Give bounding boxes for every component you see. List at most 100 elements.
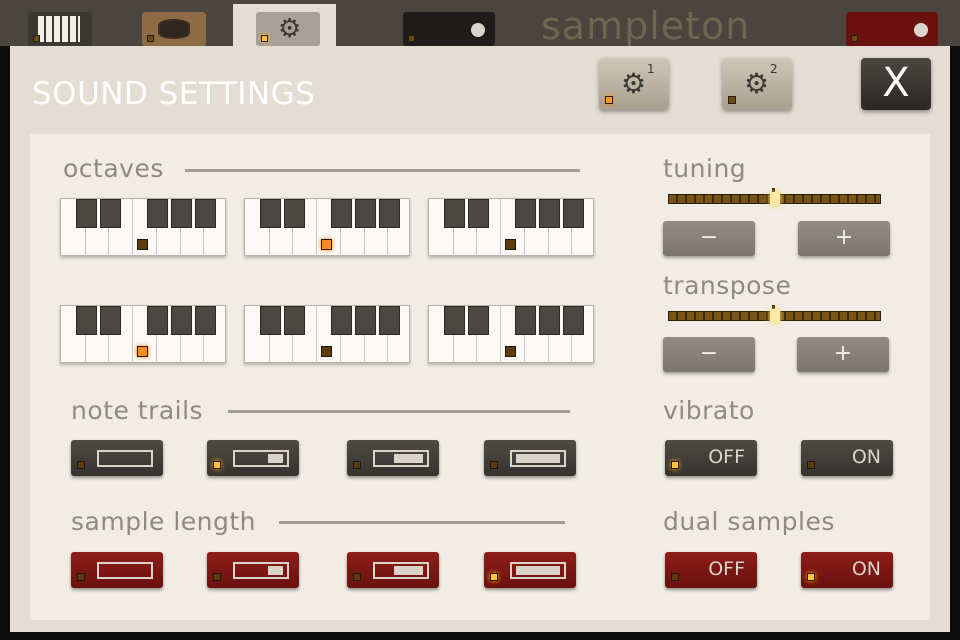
white-key-divider: [316, 199, 317, 257]
vibrato-on-button[interactable]: ON: [801, 440, 893, 476]
black-key[interactable]: [147, 306, 168, 335]
sample-length-label: sample length: [71, 507, 257, 536]
sound-settings-panel: SOUND SETTINGS ⚙ 1 ⚙ 2 X octaves tuning …: [10, 46, 950, 632]
tab-drum[interactable]: [142, 12, 206, 46]
black-key[interactable]: [331, 306, 352, 335]
note-trails-option-3[interactable]: [347, 440, 439, 476]
close-button[interactable]: X: [861, 58, 931, 110]
dual-samples-on-button[interactable]: ON: [801, 552, 893, 588]
transpose-minus-button[interactable]: −: [663, 337, 755, 372]
vibrato-off-button[interactable]: OFF: [665, 440, 757, 476]
sample-length-option-2[interactable]: [207, 552, 299, 588]
black-key[interactable]: [195, 199, 216, 228]
black-key[interactable]: [444, 306, 465, 335]
black-key[interactable]: [563, 306, 584, 335]
octave-led: [505, 346, 516, 357]
sample-length-level-indicator: [233, 562, 289, 579]
tab-keys[interactable]: [28, 12, 92, 46]
tab-red[interactable]: [846, 12, 938, 46]
dual-samples-label: OFF: [708, 558, 745, 580]
sample-length-option-3[interactable]: [347, 552, 439, 588]
dual-samples-led: [671, 573, 679, 581]
black-key[interactable]: [171, 199, 192, 228]
record-icon: [471, 23, 485, 37]
settings-content: octaves tuning − + transpose − + note tr…: [30, 134, 930, 620]
note-trails-option-4[interactable]: [484, 440, 576, 476]
octave-led: [137, 346, 148, 357]
black-key[interactable]: [331, 199, 352, 228]
black-key[interactable]: [260, 199, 281, 228]
sample-length-level-fill: [268, 566, 283, 575]
settings-1-led: [605, 96, 613, 104]
note-trails-level-indicator: [373, 450, 429, 467]
tab-record[interactable]: [403, 12, 495, 46]
black-key[interactable]: [515, 306, 536, 335]
white-key-divider: [132, 306, 133, 364]
transpose-slider-thumb[interactable]: [770, 309, 780, 323]
gear-icon: ⚙: [278, 14, 302, 44]
black-key[interactable]: [539, 199, 560, 228]
octave-keyboard-4[interactable]: [60, 305, 226, 364]
black-key[interactable]: [284, 199, 305, 228]
sample-length-led: [353, 573, 361, 581]
sample-length-level-indicator: [510, 562, 566, 579]
sample-length-divider: [279, 521, 565, 524]
black-key[interactable]: [147, 199, 168, 228]
octave-keyboard-1[interactable]: [60, 198, 226, 257]
tab-record-led: [408, 35, 415, 42]
white-key-divider: [500, 199, 501, 257]
black-key[interactable]: [444, 199, 465, 228]
vibrato-led: [807, 461, 815, 469]
octave-keyboard-6[interactable]: [428, 305, 594, 364]
tuning-slider-thumb[interactable]: [770, 192, 780, 206]
black-key[interactable]: [515, 199, 536, 228]
drum-icon: [158, 19, 190, 39]
dual-samples-led: [807, 573, 815, 581]
tuning-plus-button[interactable]: +: [798, 221, 890, 256]
black-key[interactable]: [284, 306, 305, 335]
note-trails-option-2[interactable]: [207, 440, 299, 476]
octave-keyboard-2[interactable]: [244, 198, 410, 257]
tab-red-led: [851, 35, 858, 42]
black-key[interactable]: [355, 199, 376, 228]
tab-settings[interactable]: ⚙: [256, 12, 320, 46]
note-trails-led: [213, 461, 221, 469]
octave-keyboard-3[interactable]: [428, 198, 594, 257]
dual-samples-off-button[interactable]: OFF: [665, 552, 757, 588]
settings-2-button[interactable]: ⚙ 2: [722, 58, 792, 110]
black-key[interactable]: [100, 199, 121, 228]
black-key[interactable]: [76, 199, 97, 228]
note-trails-led: [77, 461, 85, 469]
dual-samples-label: dual samples: [663, 507, 835, 536]
black-key[interactable]: [379, 306, 400, 335]
black-key[interactable]: [468, 306, 489, 335]
octave-keyboard-5[interactable]: [244, 305, 410, 364]
sample-length-level-indicator: [97, 562, 153, 579]
settings-2-led: [728, 96, 736, 104]
settings-1-button[interactable]: ⚙ 1: [599, 58, 669, 110]
black-key[interactable]: [563, 199, 584, 228]
octaves-label: octaves: [63, 154, 164, 183]
gear-icon: ⚙: [744, 67, 770, 100]
sample-length-option-4[interactable]: [484, 552, 576, 588]
note-trails-option-1[interactable]: [71, 440, 163, 476]
octave-led: [321, 239, 332, 250]
black-key[interactable]: [76, 306, 97, 335]
black-key[interactable]: [260, 306, 281, 335]
tuning-minus-button[interactable]: −: [663, 221, 755, 256]
black-key[interactable]: [539, 306, 560, 335]
sample-length-level-fill: [394, 566, 423, 575]
note-trails-label: note trails: [71, 396, 204, 425]
note-trails-level-fill: [268, 454, 283, 463]
sample-length-option-1[interactable]: [71, 552, 163, 588]
black-key[interactable]: [355, 306, 376, 335]
gear-icon: ⚙: [621, 67, 647, 100]
black-key[interactable]: [171, 306, 192, 335]
black-key[interactable]: [100, 306, 121, 335]
black-key[interactable]: [468, 199, 489, 228]
octaves-divider: [185, 169, 580, 172]
sample-length-led: [213, 573, 221, 581]
black-key[interactable]: [195, 306, 216, 335]
transpose-plus-button[interactable]: +: [797, 337, 889, 372]
black-key[interactable]: [379, 199, 400, 228]
